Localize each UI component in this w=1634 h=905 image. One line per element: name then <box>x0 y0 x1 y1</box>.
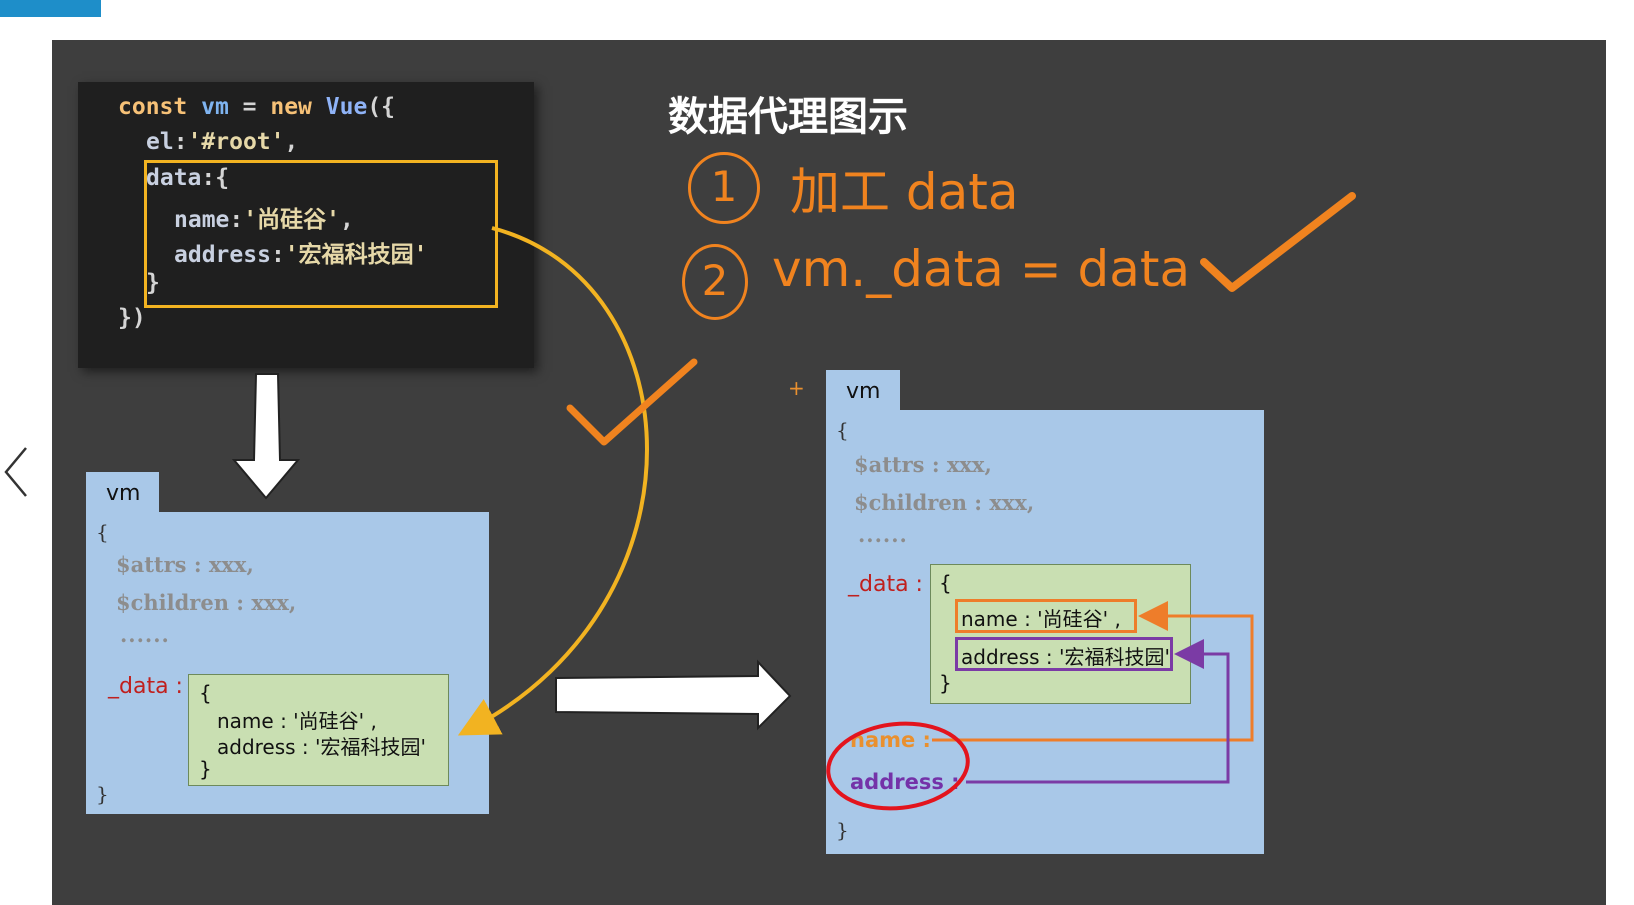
orange-connector <box>932 601 1254 742</box>
red-circle <box>826 721 970 811</box>
annotation-overlay <box>231 192 1356 811</box>
chevron-left-icon <box>4 447 27 497</box>
prev-slide-button[interactable] <box>0 440 36 500</box>
check-mark <box>566 358 698 446</box>
right-arrow <box>555 659 792 731</box>
down-arrow <box>231 373 301 500</box>
purple-connector <box>966 639 1230 784</box>
slide: const vm = new Vue({ el:'#root', data:{ … <box>52 40 1606 905</box>
check-mark <box>1200 192 1356 292</box>
yellow-curve-arrow <box>457 226 649 736</box>
accent-tab <box>0 0 101 17</box>
